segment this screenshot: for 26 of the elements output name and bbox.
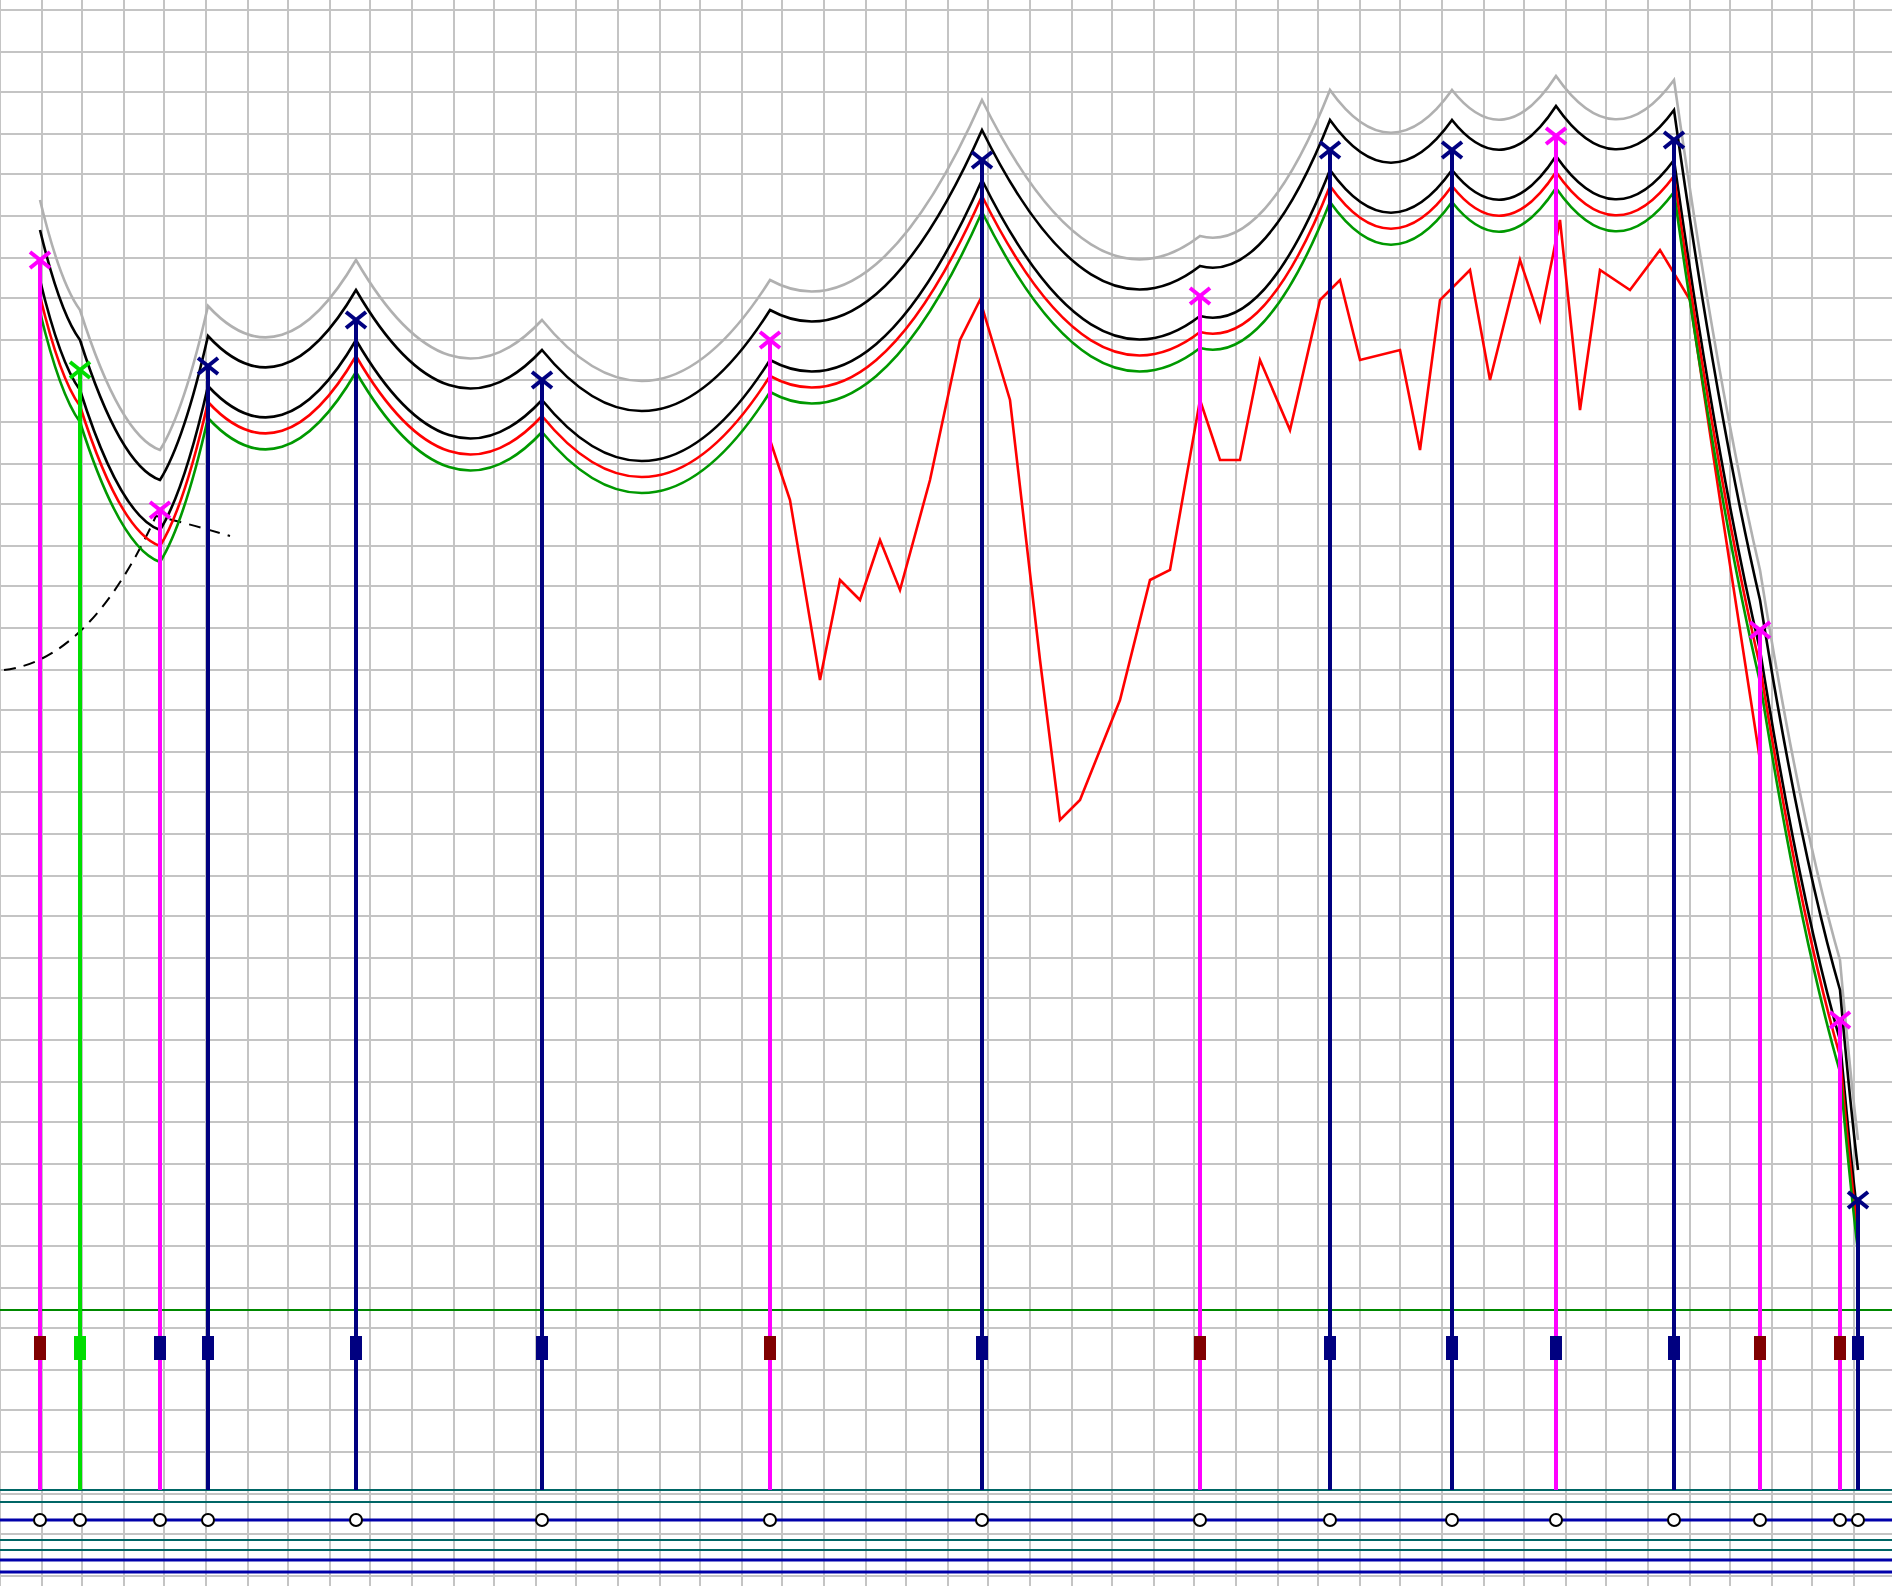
tower-pole[interactable] (344, 310, 368, 1490)
tower-node-icon (1323, 1513, 1337, 1527)
tower-pole[interactable] (196, 356, 220, 1490)
tower-node-icon (535, 1513, 549, 1527)
tower-pole[interactable] (1748, 620, 1772, 1490)
tower-node-icon (349, 1513, 363, 1527)
tower-node-icon (33, 1513, 47, 1527)
tower-node-icon (1193, 1513, 1207, 1527)
tower-node-icon (975, 1513, 989, 1527)
tower-node-icon (201, 1513, 215, 1527)
tower-node-icon (1445, 1513, 1459, 1527)
tower-node-icon (153, 1513, 167, 1527)
tower-pole[interactable] (1440, 140, 1464, 1490)
tower-node-icon (73, 1513, 87, 1527)
tower-node-icon (1667, 1513, 1681, 1527)
tower-node-icon (1549, 1513, 1563, 1527)
tower-pole[interactable] (530, 370, 554, 1490)
tower-pole[interactable] (1828, 1010, 1852, 1490)
tower-node-icon (1851, 1513, 1865, 1527)
tower-node-icon (1833, 1513, 1847, 1527)
tower-node-icon (763, 1513, 777, 1527)
tower-pole[interactable] (970, 150, 994, 1490)
tower-pole[interactable] (1846, 1190, 1870, 1490)
tower-pole[interactable] (1318, 140, 1342, 1490)
tower-pole[interactable] (1662, 130, 1686, 1490)
tower-node-icon (1753, 1513, 1767, 1527)
